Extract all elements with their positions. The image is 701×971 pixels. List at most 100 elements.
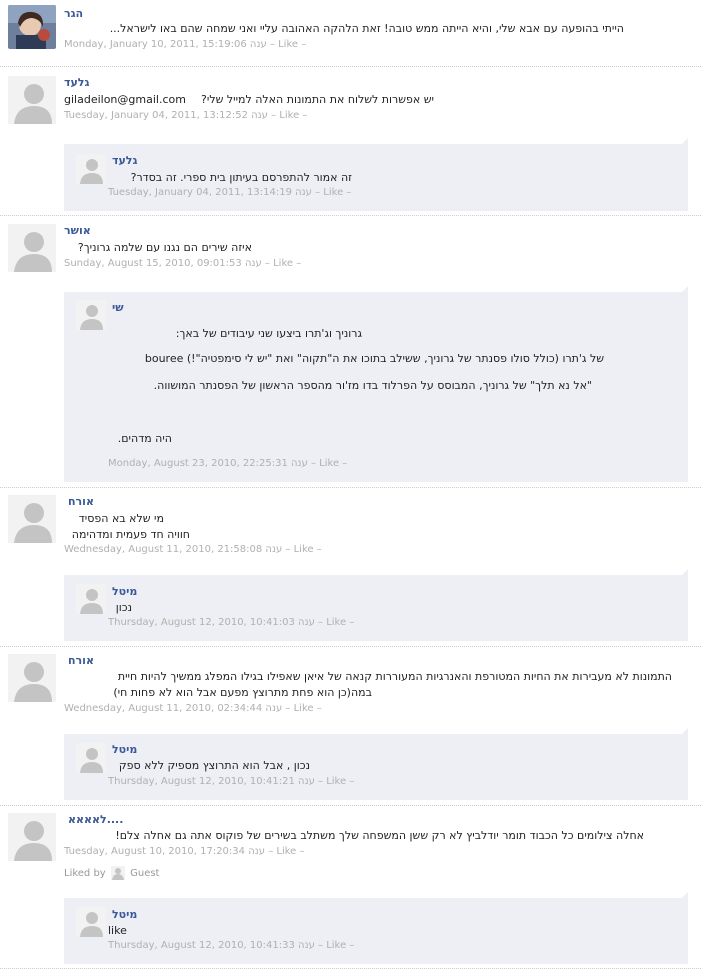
like-link[interactable]: Like xyxy=(326,940,346,951)
like-link[interactable]: Like xyxy=(326,776,346,787)
default-avatar-icon[interactable] xyxy=(76,584,106,614)
reply-meta: Thursday, August 12, 2010, 10:41:21 ענה … xyxy=(108,776,355,787)
reply-link[interactable]: ענה xyxy=(298,776,315,787)
reply-link[interactable]: ענה xyxy=(298,940,315,951)
reply-date: Tuesday, January 04, 2011, 13:14:19 xyxy=(108,187,292,198)
reply-box: מיטל נכון Thursday, August 12, 2010, 10:… xyxy=(64,569,688,641)
default-avatar-icon[interactable] xyxy=(8,76,56,124)
like-link[interactable]: Like xyxy=(279,110,299,121)
default-avatar-icon[interactable] xyxy=(76,743,106,773)
reply-link[interactable]: ענה xyxy=(295,187,312,198)
reply-author[interactable]: גלעד xyxy=(112,154,137,167)
user-photo-avatar[interactable] xyxy=(8,5,56,49)
reply-author[interactable]: מיטל xyxy=(112,908,137,921)
comment-date: Wednesday, August 11, 2010, 21:58:08 xyxy=(64,544,263,555)
like-link[interactable]: Like xyxy=(326,617,346,628)
reply-text: זה אמור להתפרסם בעיתון בית ספרי. זה בסדר… xyxy=(130,171,352,184)
reply-text: "אל נא תלך" של גרוניך, המבוסס על הפרלוד … xyxy=(153,379,592,392)
comments-thread: הגר הייתי בהופעה עם אבא שלי, והיא הייתה … xyxy=(0,0,701,971)
comment-meta: Sunday, August 15, 2010, 09:01:53 ענה – … xyxy=(64,258,302,269)
like-link[interactable]: Like xyxy=(323,187,343,198)
reply-link[interactable]: ענה xyxy=(251,110,268,121)
reply-meta: Monday, August 23, 2010, 22:25:31 ענה – … xyxy=(108,458,348,469)
divider xyxy=(0,646,701,647)
divider xyxy=(0,805,701,806)
reply-meta: Thursday, August 12, 2010, 10:41:03 ענה … xyxy=(108,617,355,628)
comment-text: איזה שירים הם נגנו עם שלמה גרוניך? xyxy=(77,241,252,254)
comment-date: Monday, January 10, 2011, 15:19:06 xyxy=(64,39,247,50)
default-avatar-icon[interactable] xyxy=(8,224,56,272)
liked-by-label: Liked by xyxy=(64,868,106,879)
reply-date: Monday, August 23, 2010, 22:25:31 xyxy=(108,458,288,469)
reply-box: גלעד זה אמור להתפרסם בעיתון בית ספרי. זה… xyxy=(64,138,688,211)
reply-link[interactable]: ענה xyxy=(298,617,315,628)
reply-text: נכון , אבל הוא התרוצץ מספיק ללא ספק xyxy=(118,759,310,772)
guest-avatar-icon[interactable] xyxy=(110,866,125,880)
comment-text: יש אפשרות לשלוח את התמונות האלה למייל של… xyxy=(201,93,434,106)
reply-link[interactable]: ענה xyxy=(265,703,282,714)
default-avatar-icon[interactable] xyxy=(8,813,56,861)
reply-text: bouree של ג'תרו (כולל סולו פסנתר של גרונ… xyxy=(144,352,604,365)
comment-text: התמונות לא מעבירות את החיות המטורפת והאנ… xyxy=(117,670,672,683)
comment-author[interactable]: לאאאא.... xyxy=(68,813,123,826)
like-link[interactable]: Like xyxy=(278,39,298,50)
reply-text: like xyxy=(108,924,127,937)
comment-meta: Monday, January 10, 2011, 15:19:06 ענה –… xyxy=(64,39,307,50)
reply-text: היה מדהים. xyxy=(117,432,172,445)
reply-text: גרוניך וג'תרו ביצעו שני עיבודים של באך: xyxy=(175,327,362,340)
like-link[interactable]: Like xyxy=(276,846,296,857)
like-link[interactable]: Like xyxy=(294,703,314,714)
comment-date: Sunday, August 15, 2010, 09:01:53 xyxy=(64,258,242,269)
divider xyxy=(0,487,701,488)
comment-author[interactable]: אורח xyxy=(68,654,94,667)
email-text: giladeilon@gmail.com xyxy=(64,93,186,106)
reply-author[interactable]: מיטל xyxy=(112,743,137,756)
comment-text-line: giladeilon@gmail.com יש אפשרות לשלוח את … xyxy=(64,93,434,106)
reply-text: נכון xyxy=(115,601,132,614)
reply-link[interactable]: ענה xyxy=(245,258,262,269)
comment-date: Wednesday, August 11, 2010, 02:34:44 xyxy=(64,703,263,714)
comment-meta: Wednesday, August 11, 2010, 02:34:44 ענה… xyxy=(64,703,322,714)
like-link[interactable]: Like xyxy=(273,258,293,269)
reply-meta: Tuesday, January 04, 2011, 13:14:19 ענה … xyxy=(108,187,352,198)
divider xyxy=(0,66,701,67)
comment-text: אחלה צילומים כל הכבוד תומר יודלביץ לא רק… xyxy=(115,829,644,842)
reply-link[interactable]: ענה xyxy=(291,458,308,469)
comment-text: מי שלא בא הפסיד xyxy=(78,512,164,525)
comment-date: Tuesday, August 10, 2010, 17:20:34 xyxy=(64,846,246,857)
default-avatar-icon[interactable] xyxy=(76,907,106,937)
liked-by-row: Liked by Guest xyxy=(64,866,159,880)
reply-box: שי גרוניך וג'תרו ביצעו שני עיבודים של בא… xyxy=(64,286,688,482)
reply-meta: Thursday, August 12, 2010, 10:41:33 ענה … xyxy=(108,940,355,951)
comment-meta: Wednesday, August 11, 2010, 21:58:08 ענה… xyxy=(64,544,322,555)
reply-link[interactable]: ענה xyxy=(265,544,282,555)
reply-link[interactable]: ענה xyxy=(250,39,267,50)
default-avatar-icon[interactable] xyxy=(76,154,106,184)
reply-author[interactable]: מיטל xyxy=(112,585,137,598)
reply-date: Thursday, August 12, 2010, 10:41:21 xyxy=(108,776,295,787)
comment-text: במה(כן הוא פחת מתרוצץ מפעם אבל הוא לא פח… xyxy=(113,686,372,699)
default-avatar-icon[interactable] xyxy=(8,654,56,702)
comment-text: הייתי בהופעה עם אבא שלי, והיא הייתה ממש … xyxy=(109,22,624,35)
divider xyxy=(0,968,701,969)
like-link[interactable]: Like xyxy=(319,458,339,469)
comment-author[interactable]: הגר xyxy=(64,7,83,20)
comment-meta: Tuesday, August 10, 2010, 17:20:34 ענה –… xyxy=(64,846,305,857)
comment-meta: Tuesday, January 04, 2011, 13:12:52 ענה … xyxy=(64,110,308,121)
default-avatar-icon[interactable] xyxy=(8,495,56,543)
reply-date: Thursday, August 12, 2010, 10:41:33 xyxy=(108,940,295,951)
comment-author[interactable]: אורח xyxy=(68,495,94,508)
comment-date: Tuesday, January 04, 2011, 13:12:52 xyxy=(64,110,248,121)
reply-box: מיטל נכון , אבל הוא התרוצץ מספיק ללא ספק… xyxy=(64,728,688,800)
reply-author[interactable]: שי xyxy=(112,301,124,314)
reply-box: מיטל like Thursday, August 12, 2010, 10:… xyxy=(64,892,688,964)
comment-author[interactable]: גלעד xyxy=(64,76,89,89)
liked-user-link[interactable]: Guest xyxy=(130,868,159,879)
comment-text: חוויה חד פעמית ומדהימה xyxy=(71,528,190,541)
reply-date: Thursday, August 12, 2010, 10:41:03 xyxy=(108,617,295,628)
like-link[interactable]: Like xyxy=(294,544,314,555)
comment-author[interactable]: אושר xyxy=(64,224,91,237)
divider xyxy=(0,215,701,216)
default-avatar-icon[interactable] xyxy=(76,300,106,330)
reply-link[interactable]: ענה xyxy=(248,846,265,857)
